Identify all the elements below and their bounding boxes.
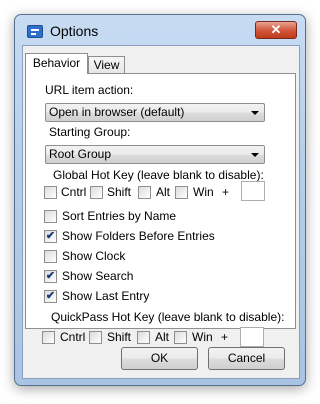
show-folders-label: Show Folders Before Entries	[62, 229, 215, 243]
starting-group-select[interactable]: Root Group	[45, 145, 265, 164]
option-checkbox[interactable]: ✔	[44, 270, 57, 283]
global-cntrl-label: Cntrl	[61, 185, 87, 199]
quickpass-hotkey-label: QuickPass Hot Key (leave blank to disabl…	[51, 310, 285, 324]
global-key-input[interactable]	[241, 181, 265, 201]
option-checkbox[interactable]: ✔	[44, 230, 57, 243]
global-alt-checkbox[interactable]	[138, 186, 151, 199]
global-shift-checkbox[interactable]	[90, 186, 103, 199]
quickpass-win-checkbox[interactable]	[174, 331, 187, 344]
show-last-entry-label: Show Last Entry	[62, 289, 150, 303]
quickpass-alt-label: Alt	[155, 330, 170, 344]
quickpass-shift-label: Shift	[107, 330, 132, 344]
show-clock-label: Show Clock	[62, 249, 126, 263]
global-alt-label: Alt	[156, 185, 171, 199]
option-checkbox[interactable]	[44, 210, 57, 223]
title-bar[interactable]: Options ✕	[15, 15, 305, 43]
app-icon	[27, 25, 43, 38]
url-action-label: URL item action:	[45, 83, 134, 97]
close-button[interactable]: ✕	[255, 21, 297, 39]
chevron-down-icon	[251, 111, 259, 115]
quickpass-plus-label: +	[221, 330, 229, 344]
show-search-label: Show Search	[62, 269, 134, 283]
quickpass-cntrl-checkbox[interactable]	[42, 331, 55, 344]
global-cntrl-checkbox[interactable]	[44, 186, 57, 199]
chevron-down-icon	[251, 153, 259, 157]
url-action-select[interactable]: Open in browser (default)	[45, 103, 265, 122]
sort-entries-label: Sort Entries by Name	[62, 209, 177, 223]
options-window: Options ✕ Behavior View URL item action:…	[14, 14, 306, 386]
global-win-checkbox[interactable]	[175, 186, 188, 199]
global-shift-label: Shift	[107, 185, 132, 199]
url-action-value: Open in browser (default)	[49, 105, 185, 119]
tab-behavior[interactable]: Behavior	[25, 53, 88, 74]
global-plus-label: +	[222, 185, 230, 199]
global-win-label: Win	[193, 185, 214, 199]
quickpass-alt-checkbox[interactable]	[137, 331, 150, 344]
dialog-body: Behavior View URL item action: Open in b…	[22, 45, 300, 379]
starting-group-value: Root Group	[49, 147, 112, 161]
option-checkbox[interactable]: ✔	[44, 290, 57, 303]
quickpass-shift-checkbox[interactable]	[89, 331, 102, 344]
ok-button[interactable]: OK	[121, 347, 198, 370]
window-title: Options	[50, 23, 99, 39]
quickpass-key-input[interactable]	[240, 327, 264, 347]
quickpass-win-label: Win	[192, 330, 213, 344]
quickpass-cntrl-label: Cntrl	[60, 330, 86, 344]
behavior-panel: URL item action: Open in browser (defaul…	[25, 73, 296, 329]
option-checkbox[interactable]	[44, 250, 57, 263]
global-hotkey-label: Global Hot Key (leave blank to disable):	[53, 168, 264, 182]
cancel-button[interactable]: Cancel	[208, 347, 285, 370]
starting-group-label: Starting Group:	[49, 125, 131, 139]
